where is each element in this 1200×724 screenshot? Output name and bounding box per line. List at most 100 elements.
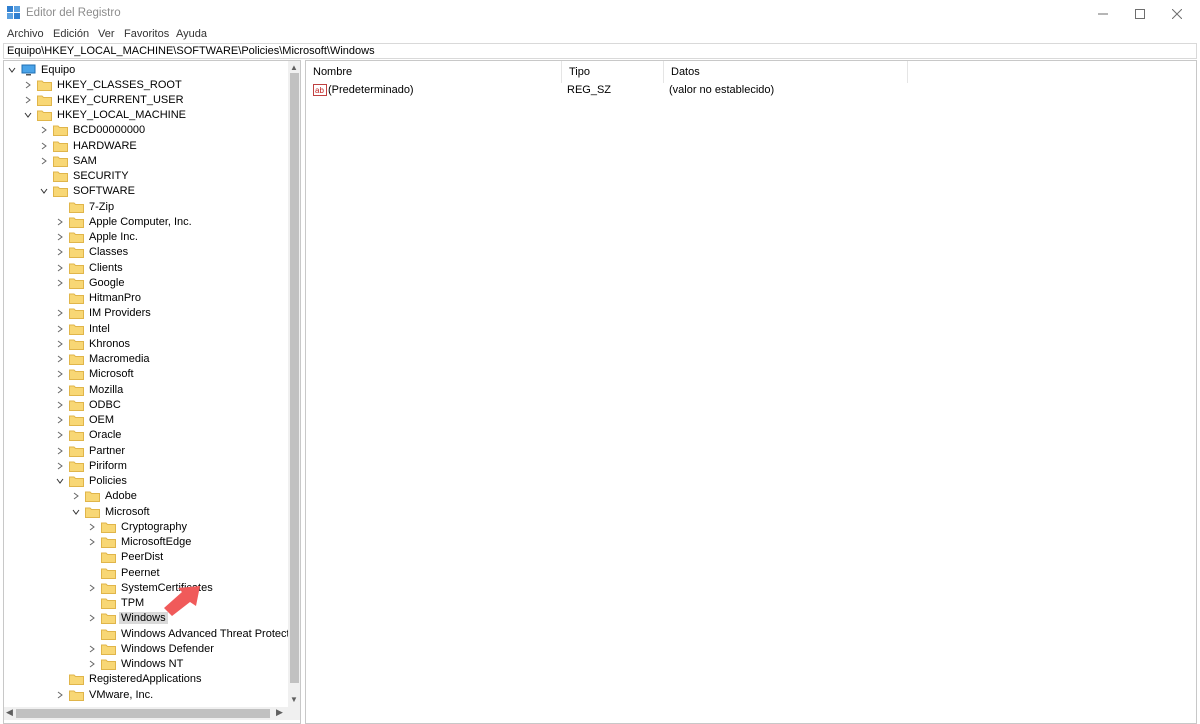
chevron-right-icon[interactable] <box>71 489 81 504</box>
scroll-thumb[interactable] <box>290 73 299 683</box>
tree-item[interactable]: Windows Defender <box>87 641 216 656</box>
chevron-right-icon[interactable] <box>55 413 65 428</box>
tree-item[interactable]: SECURITY <box>39 169 131 184</box>
tree-item[interactable]: HKEY_CLASSES_ROOT <box>23 77 184 92</box>
tree-item[interactable]: PeerDist <box>87 550 165 565</box>
tree-item[interactable]: Policies <box>55 474 129 489</box>
chevron-right-icon[interactable] <box>23 77 33 92</box>
chevron-right-icon[interactable] <box>55 397 65 412</box>
tree-item[interactable]: Adobe <box>71 489 139 504</box>
tree-item[interactable]: Partner <box>55 443 127 458</box>
tree-item[interactable]: BCD00000000 <box>39 123 147 138</box>
chevron-right-icon[interactable] <box>55 428 65 443</box>
tree-item[interactable]: Khronos <box>55 336 132 351</box>
menu-archivo[interactable]: Archivo <box>7 28 44 40</box>
scroll-thumb-horizontal[interactable] <box>16 709 270 718</box>
chevron-right-icon[interactable] <box>55 687 65 702</box>
tree-item[interactable]: Clients <box>55 260 125 275</box>
scroll-down-icon[interactable]: ▼ <box>290 695 298 704</box>
tree-item[interactable]: HARDWARE <box>39 138 139 153</box>
chevron-right-icon[interactable] <box>55 260 65 275</box>
close-button[interactable] <box>1154 0 1200 28</box>
chevron-right-icon[interactable] <box>39 123 49 138</box>
list-row[interactable]: ab (Predeterminado) REG_SZ (valor no est… <box>306 83 1196 98</box>
chevron-right-icon[interactable] <box>87 580 97 595</box>
tree-item[interactable]: ODBC <box>55 397 123 412</box>
chevron-down-icon[interactable] <box>39 184 49 199</box>
chevron-right-icon[interactable] <box>39 138 49 153</box>
tree-item[interactable]: RegisteredApplications <box>55 672 204 687</box>
chevron-right-icon[interactable] <box>55 443 65 458</box>
chevron-down-icon[interactable] <box>55 474 65 489</box>
tree-vertical-scrollbar[interactable]: ▲ ▼ <box>288 61 300 707</box>
tree-item[interactable]: MicrosoftEdge <box>87 535 193 550</box>
chevron-down-icon[interactable] <box>71 504 81 519</box>
tree-item[interactable]: TPM <box>87 596 146 611</box>
menu-edicion[interactable]: Edición <box>53 28 89 40</box>
menu-ver[interactable]: Ver <box>98 28 115 40</box>
tree-item[interactable]: Apple Inc. <box>55 230 140 245</box>
tree-item[interactable]: Windows <box>87 611 168 626</box>
key-tree-pane[interactable]: Equipo HKEY_CLASSES_ROOT HKEY_CURRENT_USE… <box>3 60 301 724</box>
tree-item[interactable]: 7-Zip <box>55 199 116 214</box>
scroll-up-icon[interactable]: ▲ <box>290 63 298 72</box>
tree-item[interactable]: Microsoft <box>71 504 152 519</box>
chevron-right-icon[interactable] <box>55 214 65 229</box>
values-list-pane[interactable]: Nombre Tipo Datos ab (Predeterminado) RE… <box>305 60 1197 724</box>
tree-item[interactable]: Windows NT <box>87 657 185 672</box>
tree-item[interactable]: HKEY_CURRENT_USER <box>23 92 186 107</box>
tree-item[interactable]: Mozilla <box>55 382 125 397</box>
menu-favoritos[interactable]: Favoritos <box>124 28 169 40</box>
chevron-right-icon[interactable] <box>55 458 65 473</box>
tree-item[interactable]: Intel <box>55 321 112 336</box>
tree-item[interactable]: SAM <box>39 153 99 168</box>
chevron-down-icon[interactable] <box>23 108 33 123</box>
chevron-right-icon[interactable] <box>55 230 65 245</box>
tree-item[interactable]: Google <box>55 275 126 290</box>
folder-icon <box>101 551 116 564</box>
tree-root[interactable]: Equipo <box>7 62 77 77</box>
tree-item[interactable]: Apple Computer, Inc. <box>55 214 194 229</box>
chevron-right-icon[interactable] <box>55 367 65 382</box>
column-header-nombre[interactable]: Nombre <box>306 61 562 83</box>
tree-item[interactable]: SOFTWARE <box>39 184 137 199</box>
tree-item[interactable]: Peernet <box>87 565 162 580</box>
column-header-tipo[interactable]: Tipo <box>562 61 664 83</box>
chevron-right-icon[interactable] <box>55 336 65 351</box>
tree-item[interactable]: Macromedia <box>55 352 152 367</box>
chevron-right-icon[interactable] <box>23 92 33 107</box>
tree-item[interactable]: Windows Advanced Threat Protection <box>87 626 300 641</box>
tree-item[interactable]: HKEY_LOCAL_MACHINE <box>23 108 188 123</box>
tree-item[interactable]: Microsoft <box>55 367 136 382</box>
tree-item[interactable]: Piriform <box>55 458 129 473</box>
tree-item[interactable]: Oracle <box>55 428 123 443</box>
column-header-datos[interactable]: Datos <box>664 61 908 83</box>
chevron-right-icon[interactable] <box>87 535 97 550</box>
tree-item-label: RegisteredApplications <box>89 673 202 686</box>
scroll-right-icon[interactable]: ▶ <box>276 707 283 718</box>
chevron-down-icon[interactable] <box>7 62 17 77</box>
tree-item[interactable]: OEM <box>55 413 116 428</box>
chevron-right-icon[interactable] <box>55 275 65 290</box>
tree-horizontal-scrollbar[interactable]: ◀ ▶ <box>4 707 288 720</box>
chevron-right-icon[interactable] <box>55 306 65 321</box>
chevron-right-icon[interactable] <box>39 153 49 168</box>
chevron-right-icon[interactable] <box>87 657 97 672</box>
address-bar[interactable]: Equipo\HKEY_LOCAL_MACHINE\SOFTWARE\Polic… <box>3 43 1197 59</box>
tree-item[interactable]: Cryptography <box>87 519 189 534</box>
chevron-right-icon[interactable] <box>55 382 65 397</box>
chevron-right-icon[interactable] <box>87 641 97 656</box>
menu-ayuda[interactable]: Ayuda <box>176 28 207 40</box>
chevron-right-icon[interactable] <box>55 321 65 336</box>
folder-icon <box>69 231 84 243</box>
tree-item[interactable]: HitmanPro <box>55 291 143 306</box>
chevron-right-icon[interactable] <box>87 519 97 534</box>
chevron-right-icon[interactable] <box>87 611 97 626</box>
tree-item[interactable]: IM Providers <box>55 306 153 321</box>
tree-item[interactable]: VMware, Inc. <box>55 687 155 702</box>
tree-item[interactable]: Classes <box>55 245 130 260</box>
scroll-left-icon[interactable]: ◀ <box>6 707 13 718</box>
chevron-right-icon[interactable] <box>55 352 65 367</box>
chevron-right-icon[interactable] <box>55 245 65 260</box>
